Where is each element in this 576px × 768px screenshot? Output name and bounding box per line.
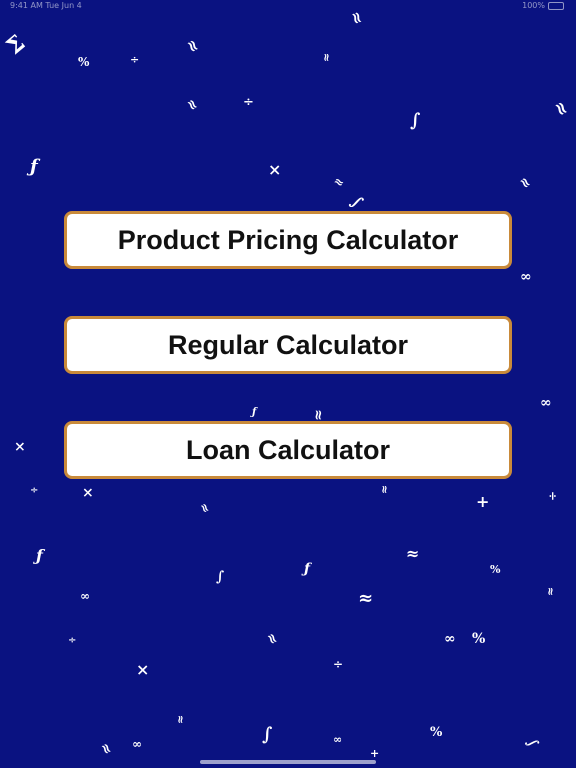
math-symbol: ƒ: [304, 561, 311, 577]
math-symbol: ≈: [181, 35, 205, 57]
math-symbol: ≈: [345, 8, 369, 28]
math-symbol: ÷: [243, 95, 254, 110]
math-symbol: ≈: [181, 95, 202, 115]
math-symbol: ∞: [540, 395, 552, 411]
math-symbol: ×: [136, 660, 150, 679]
math-symbol: ÷: [68, 635, 77, 646]
math-symbol: ≈: [309, 409, 326, 421]
math-symbol: ∞: [444, 631, 456, 647]
math-symbol: ÷: [546, 490, 561, 502]
math-symbol: ∞: [520, 269, 532, 285]
math-symbol: +: [370, 747, 380, 760]
math-symbol: ≈: [514, 173, 535, 193]
home-indicator[interactable]: [200, 760, 376, 764]
math-symbol: ≈: [196, 500, 214, 516]
math-symbol: ≈: [262, 629, 282, 649]
math-symbol: ≈: [320, 52, 334, 63]
math-symbol: ∞: [333, 733, 343, 746]
math-symbol: ∫: [347, 191, 367, 212]
math-symbol: ×: [82, 485, 94, 501]
math-symbol: ×: [268, 160, 282, 179]
math-symbol: ƒ: [30, 156, 38, 177]
math-symbol: ×: [14, 439, 26, 455]
math-symbol: ≈: [406, 544, 420, 563]
math-symbol: ∫: [216, 569, 225, 585]
math-symbol: ≈: [544, 586, 558, 597]
math-symbol: ƒ: [252, 407, 257, 418]
product-pricing-calculator-button[interactable]: Product Pricing Calculator: [64, 211, 512, 269]
math-symbol: %: [472, 631, 486, 647]
math-symbol: ≈: [548, 96, 574, 121]
math-symbol: ≈: [96, 739, 116, 759]
math-symbol: %: [78, 55, 90, 69]
math-symbol: ≈: [331, 173, 347, 191]
math-symbol: %: [490, 563, 501, 576]
math-symbol: ∫: [523, 735, 542, 751]
math-symbol: ÷: [130, 53, 140, 66]
math-symbols-background: Σ % ≈ ÷ ≈ ≈ ÷ ∫ ≈ ƒ × ≈ ≈ ∫ ≈ ∞ × ÷ ƒ ≈ …: [0, 0, 576, 768]
regular-calculator-button[interactable]: Regular Calculator: [64, 316, 512, 374]
math-symbol: ≈: [378, 484, 392, 495]
math-symbol: ∞: [132, 737, 142, 751]
math-symbol: ∞: [80, 589, 90, 603]
math-symbol: ƒ: [36, 546, 43, 565]
math-symbol: %: [430, 725, 443, 740]
math-symbol: ∫: [262, 724, 273, 745]
math-symbol: +: [476, 492, 490, 511]
math-symbol: ≈: [358, 588, 374, 609]
math-symbol: Σ: [1, 30, 31, 60]
math-symbol: ≈: [174, 714, 188, 725]
math-symbol: ÷: [333, 657, 344, 671]
loan-calculator-button[interactable]: Loan Calculator: [64, 421, 512, 479]
math-symbol: ÷: [30, 485, 39, 496]
math-symbol: ∫: [410, 110, 421, 131]
